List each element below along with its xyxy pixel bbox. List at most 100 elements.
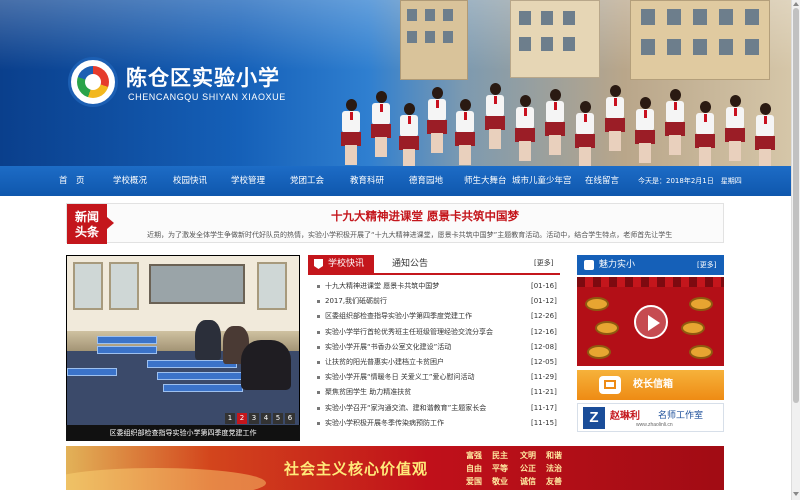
news-title[interactable]: 实验小学召开“家沟通交流、建和谐教育”主题家长会 (325, 401, 520, 416)
play-icon[interactable] (634, 305, 668, 339)
news-title[interactable]: 区委组织部检查指导实验小学第四季度党建工作 (325, 309, 520, 324)
slide-page-4[interactable]: 4 (261, 413, 271, 424)
headline-tag: 新闻 头条 (67, 204, 114, 244)
news-list-item[interactable]: 区委组织部检查指导实验小学第四季度党建工作 [12-26] (308, 309, 560, 324)
headline-news: 新闻 头条 十九大精神进课堂 愿景卡共筑中国梦 近期，为了激发全体学生争做新时代… (66, 203, 724, 244)
building-window (425, 31, 435, 43)
scroll-down-icon[interactable] (793, 492, 799, 496)
nav-item-school-overview[interactable]: 学校概况 (113, 166, 147, 196)
current-date: 今天是：2018年2月1日 星期四 (638, 177, 742, 185)
main-nav: 首 页 学校概况 校园快讯 学校管理 党团工会 教育科研 德育园地 师生大舞台 … (0, 166, 800, 196)
news-list-item[interactable]: 实验小学开展“情暖冬日 关爱义工”爱心慰问活动 [11-29] (308, 370, 560, 385)
tab-school-news-label: 学校快讯 (328, 259, 365, 269)
news-list-item[interactable]: 实验小学开展“书香办公室文化建设”活动 [12-08] (308, 340, 560, 355)
charm-section-header: 魅力实小 [更多] (577, 255, 724, 275)
news-list-item[interactable]: 2017,我们砥砺前行 [01-12] (308, 294, 560, 309)
headline-tag-line2: 头条 (74, 225, 99, 239)
nav-item-moral-education[interactable]: 德育园地 (409, 166, 443, 196)
slide-page-1[interactable]: 1 (225, 413, 235, 424)
news-title[interactable]: 实验小学开展“书香办公室文化建设”活动 (325, 340, 520, 355)
child-figure (634, 97, 656, 166)
building-window (563, 11, 575, 25)
news-title[interactable]: 2017,我们砥砺前行 (325, 294, 520, 309)
building-window (641, 9, 655, 25)
slide-page-3[interactable]: 3 (249, 413, 259, 424)
slide-page-5[interactable]: 5 (273, 413, 283, 424)
building-window (667, 39, 681, 55)
news-date: [01-16] (531, 282, 557, 290)
headline-title-link[interactable]: 十九大精神进课堂 愿景卡共筑中国梦 (127, 208, 723, 224)
nav-item-school-management[interactable]: 学校管理 (231, 166, 265, 196)
slide-page-6[interactable]: 6 (285, 413, 295, 424)
news-date: [12-16] (531, 327, 557, 336)
news-title[interactable]: 实验小学举行首轮优秀班主任班级管理经验交流分享会 (325, 325, 520, 340)
building-window (541, 37, 553, 51)
news-list-item[interactable]: 实验小学举行首轮优秀班主任班级管理经验交流分享会 [12-16] (308, 325, 560, 340)
teacher-studio-link[interactable]: Z 赵琳利 名师工作室 www.zhaolinli.cn (577, 403, 724, 432)
news-list-item[interactable]: 聚焦贫困学生 助力精准扶贫 [11-21] (308, 385, 560, 400)
news-title[interactable]: 聚焦贫困学生 助力精准扶贫 (325, 385, 520, 400)
photo-folder (97, 346, 157, 354)
nav-item-campus-news[interactable]: 校园快讯 (173, 166, 207, 196)
news-title[interactable]: 十九大精神进课堂 愿景卡共筑中国梦 (325, 279, 520, 294)
video-icon (584, 260, 594, 270)
value-word: 民主 (492, 450, 508, 460)
news-list-item[interactable]: 实验小学召开“家沟通交流、建和谐教育”主题家长会 [11-17] (308, 401, 560, 416)
nav-item-party-union[interactable]: 党团工会 (290, 166, 324, 196)
charm-more-link[interactable]: [更多] (697, 255, 716, 275)
slide-page-2[interactable]: 2 (237, 413, 247, 424)
page-scrollbar[interactable] (791, 0, 800, 500)
building-window (407, 31, 417, 43)
news-title[interactable]: 实验小学积极开展冬季传染病预防工作 (325, 416, 520, 431)
building-window (693, 39, 707, 55)
building-window (443, 9, 453, 21)
tab-notices[interactable]: 通知公告 (392, 255, 428, 273)
studio-z-logo: Z (583, 407, 605, 429)
news-date: [12-08] (531, 342, 557, 351)
bullet-icon (317, 391, 320, 395)
slideshow-caption[interactable]: 区委组织部检查指导实验小学第四季度党建工作 (66, 425, 300, 441)
news-list-item[interactable]: 十九大精神进课堂 愿景卡共筑中国梦 [01-16] (308, 279, 560, 294)
nav-item-children-palace[interactable]: 城市儿童少年宫 (512, 166, 572, 196)
value-word: 公正 (520, 463, 536, 473)
photo-window (257, 262, 287, 310)
core-values-banner[interactable]: 社会主义核心价值观 富强 民主 文明 和谐 自由 平等 公正 法治 爱国 敬业 … (66, 446, 724, 490)
value-word: 法治 (546, 463, 562, 473)
news-list: 十九大精神进课堂 愿景卡共筑中国梦 [01-16] 2017,我们砥砺前行 [01-… (308, 279, 560, 431)
bullet-icon (317, 345, 320, 349)
bullet-icon (317, 315, 320, 319)
building-window (563, 37, 575, 51)
value-word: 友善 (546, 476, 562, 486)
video-player[interactable] (577, 277, 724, 366)
nav-item-online-message[interactable]: 在线留言 (585, 166, 619, 196)
news-more-link[interactable]: [更多] (534, 258, 553, 268)
photo-folder (97, 336, 157, 344)
news-list-item[interactable]: 实验小学积极开展冬季传染病预防工作 [11-15] (308, 416, 560, 431)
scroll-thumb[interactable] (793, 8, 799, 403)
nav-item-stage[interactable]: 师生大舞台 (464, 166, 507, 196)
principal-mailbox-button[interactable]: 校长信箱 (577, 370, 724, 400)
headline-tag-line1: 新闻 (74, 210, 99, 224)
building-window (745, 9, 759, 25)
value-word: 自由 (466, 463, 482, 473)
children-photo (330, 75, 800, 166)
drum-shape (595, 321, 619, 335)
meeting-photo (67, 256, 299, 428)
value-word: 平等 (492, 463, 508, 473)
school-name[interactable]: 陈仓区实验小学 (126, 62, 280, 92)
news-list-item[interactable]: 让扶贫的阳光普惠实小建档立卡贫困户 [12-05] (308, 355, 560, 370)
news-title[interactable]: 让扶贫的阳光普惠实小建档立卡贫困户 (325, 355, 520, 370)
tab-school-news[interactable]: 学校快讯 (308, 255, 374, 273)
scroll-up-icon[interactable] (793, 2, 799, 6)
child-figure (454, 99, 476, 166)
school-emblem-logo[interactable] (68, 57, 118, 107)
value-word: 文明 (520, 450, 536, 460)
news-title[interactable]: 实验小学开展“情暖冬日 关爱义工”爱心慰问活动 (325, 370, 520, 385)
drum-shape (587, 345, 611, 359)
building-window (519, 11, 531, 25)
nav-item-research[interactable]: 教育科研 (350, 166, 384, 196)
value-word: 富强 (466, 450, 482, 460)
building-window (541, 11, 553, 25)
page: 陈仓区实验小学 CHENCANGQU SHIYAN XIAOXUE 首 页 学校… (0, 0, 800, 500)
nav-item-home[interactable]: 首 页 (59, 166, 85, 196)
